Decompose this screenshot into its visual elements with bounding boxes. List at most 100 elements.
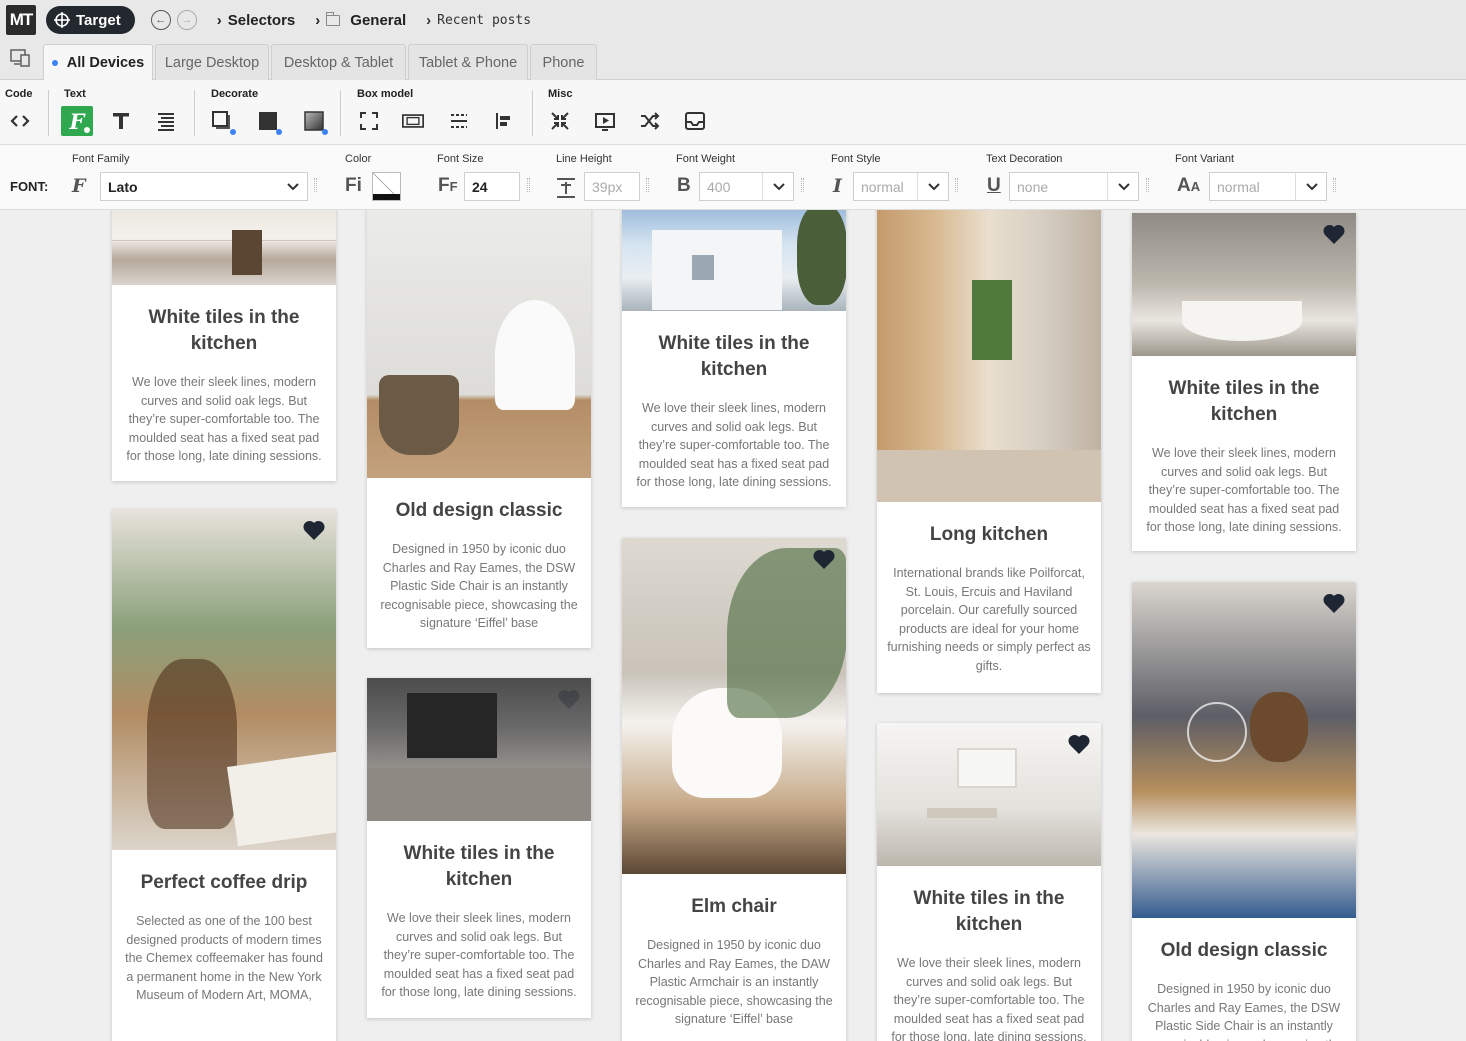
gradient-button[interactable]: [298, 106, 330, 136]
text-decoration-select[interactable]: none: [1009, 172, 1139, 201]
shuffle-icon: [641, 112, 660, 130]
breadcrumb-label: General: [350, 11, 407, 29]
code-button[interactable]: [4, 106, 36, 136]
active-dot: [51, 60, 58, 66]
drag-handle[interactable]: [527, 178, 530, 192]
heart-icon[interactable]: [812, 548, 836, 570]
drag-handle[interactable]: [314, 178, 317, 192]
card-title: White tiles in the kitchen: [658, 333, 810, 380]
drag-handle[interactable]: [646, 178, 649, 192]
responsive-devices-icon[interactable]: [10, 49, 32, 67]
collapse-arrows-icon: [551, 112, 569, 130]
box-shadow-icon: [212, 111, 230, 129]
font-family-label: Font Family: [72, 153, 130, 165]
play-screen-icon: [595, 113, 615, 131]
tab-tablet-phone[interactable]: Tablet & Phone: [408, 44, 528, 80]
top-bar: MT Target ← → › Selectors › General › Re…: [0, 0, 1466, 40]
heart-icon[interactable]: [1067, 733, 1091, 755]
pine-cones-photo: [1132, 582, 1356, 918]
small-caps-icon: AA: [1177, 175, 1201, 196]
toolbar-divider: [194, 90, 195, 136]
heart-icon[interactable]: [1322, 592, 1346, 614]
font-size-label: Font Size: [437, 153, 484, 165]
desk-room-photo: [877, 723, 1101, 866]
white-house-photo: [622, 210, 846, 311]
transition-button[interactable]: [634, 106, 666, 136]
post-card[interactable]: White tiles in the kitchen We love their…: [1132, 213, 1356, 551]
post-card[interactable]: White tiles in the kitchen We love their…: [877, 723, 1101, 1041]
post-card[interactable]: White tiles in the kitchen We love their…: [112, 210, 336, 481]
text-align-button[interactable]: [150, 106, 182, 136]
card-body: We love their sleek lines, modern curves…: [126, 375, 322, 463]
cafe-interior-photo: [367, 678, 591, 821]
position-button[interactable]: [488, 106, 520, 136]
target-button[interactable]: Target: [46, 6, 135, 34]
padding-button[interactable]: [397, 106, 429, 136]
font-weight-select[interactable]: 400: [699, 172, 794, 201]
coffee-drip-photo: [112, 509, 336, 850]
line-height-label: Line Height: [556, 153, 612, 165]
heart-icon[interactable]: [557, 688, 581, 710]
text-button[interactable]: [105, 106, 137, 136]
tab-all-devices[interactable]: All Devices: [43, 44, 153, 81]
border-button[interactable]: [206, 106, 238, 136]
modified-dot: [322, 129, 328, 135]
breadcrumb-general[interactable]: › General: [315, 11, 407, 29]
tab-phone[interactable]: Phone: [530, 44, 597, 80]
font-family-select[interactable]: Lato: [100, 172, 308, 201]
font-button[interactable]: F: [61, 106, 93, 136]
background-button[interactable]: [252, 106, 284, 136]
page-preview-canvas: White tiles in the kitchen We love their…: [0, 210, 1466, 1041]
chevron-down-icon: [1306, 183, 1318, 191]
post-card[interactable]: Old design classic Designed in 1950 by i…: [1132, 582, 1356, 1041]
font-f-icon: F: [69, 108, 85, 134]
card-body: Selected as one of the 100 best designed…: [125, 914, 323, 1002]
breadcrumb-recent-posts[interactable]: › Recent posts: [426, 12, 531, 29]
group-label-text: Text: [64, 88, 86, 100]
folder-icon: [326, 11, 341, 26]
post-card[interactable]: White tiles in the kitchen We love their…: [367, 678, 591, 1018]
group-label-code: Code: [5, 88, 33, 100]
post-card[interactable]: White tiles in the kitchen We love their…: [622, 210, 846, 507]
line-height-value: 39px: [592, 178, 623, 195]
heart-icon[interactable]: [302, 519, 326, 541]
font-color-icon: Fi: [345, 175, 362, 196]
line-height-input[interactable]: 39px: [584, 172, 640, 201]
card-title: Perfect coffee drip: [140, 872, 308, 893]
card-body: Designed in 1950 by iconic duo Charles a…: [635, 938, 833, 1026]
size-button[interactable]: [353, 106, 385, 136]
tab-desktop-tablet[interactable]: Desktop & Tablet: [271, 44, 406, 80]
breadcrumb-selectors[interactable]: › Selectors: [217, 12, 296, 29]
device-tabs: All Devices Large Desktop Desktop & Tabl…: [0, 40, 1466, 81]
chair-basket-photo: [367, 210, 591, 478]
tab-large-desktop[interactable]: Large Desktop: [155, 44, 269, 80]
drag-handle[interactable]: [1333, 178, 1336, 192]
font-size-icon: FF: [438, 175, 458, 196]
gradient-square-icon: [304, 111, 324, 131]
select-divider: [1107, 173, 1108, 200]
color-swatch[interactable]: [372, 172, 401, 201]
card-body: International brands like Poilforcat, St…: [887, 566, 1091, 673]
post-card[interactable]: Perfect coffee drip Selected as one of t…: [112, 509, 336, 1041]
margin-button[interactable]: [443, 106, 475, 136]
code-brackets-icon: [10, 115, 30, 127]
forward-arrow-icon[interactable]: →: [176, 10, 197, 30]
chevron-down-icon: [287, 183, 299, 191]
drag-handle[interactable]: [955, 178, 958, 192]
heart-icon[interactable]: [1322, 223, 1346, 245]
post-card[interactable]: Elm chair Designed in 1950 by iconic duo…: [622, 538, 846, 1041]
animation-button[interactable]: [589, 106, 621, 136]
back-arrow-icon[interactable]: ←: [150, 10, 171, 30]
drag-handle[interactable]: [801, 178, 804, 192]
transform-button[interactable]: [544, 106, 576, 136]
card-body: We love their sleek lines, modern curves…: [1146, 446, 1342, 534]
post-card[interactable]: Old design classic Designed in 1950 by i…: [367, 210, 591, 648]
drag-handle[interactable]: [1146, 178, 1149, 192]
padding-box-icon: [402, 114, 424, 128]
post-card[interactable]: Long kitchen International brands like P…: [877, 210, 1101, 693]
overflow-button[interactable]: [679, 106, 711, 136]
font-variant-select[interactable]: normal: [1209, 172, 1327, 201]
toolbar-divider: [532, 90, 533, 136]
font-size-input[interactable]: 24: [464, 172, 520, 201]
font-style-select[interactable]: normal: [853, 172, 949, 201]
